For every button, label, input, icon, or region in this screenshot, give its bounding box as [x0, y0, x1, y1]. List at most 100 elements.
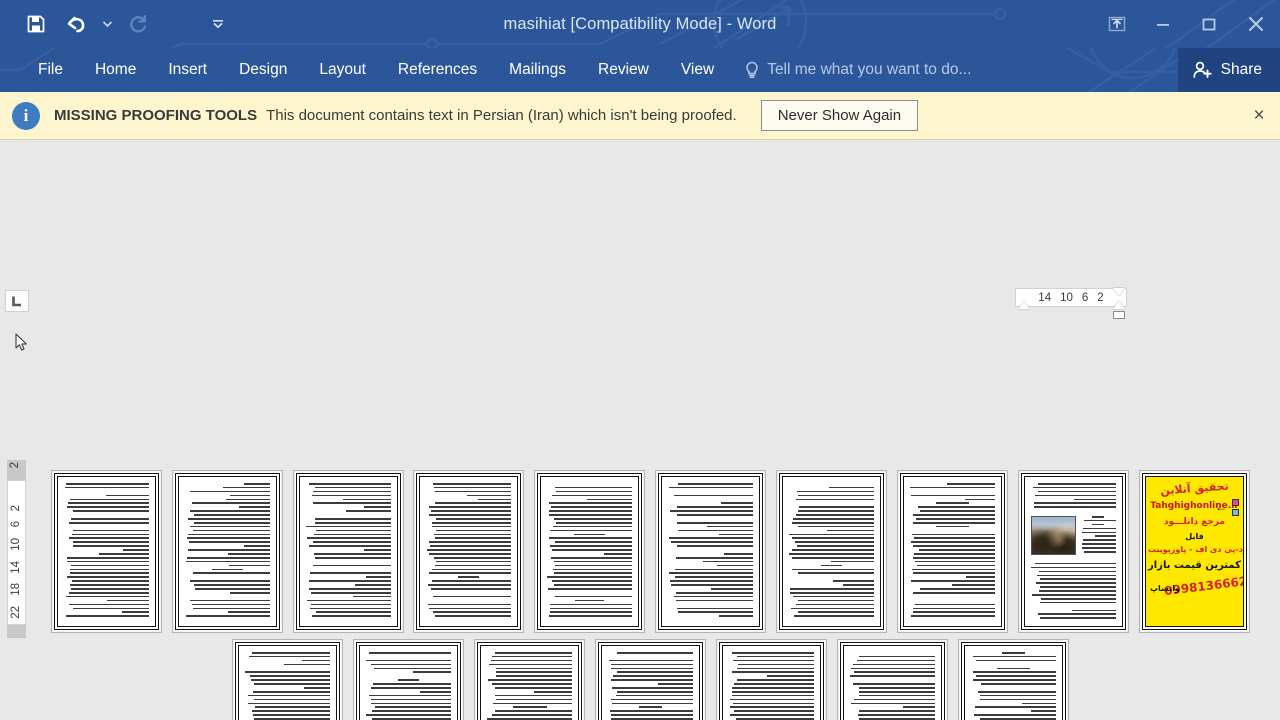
page-thumbnail[interactable] — [51, 470, 162, 633]
page-content-frame — [840, 642, 945, 720]
page-thumbnail[interactable] — [232, 639, 343, 720]
page-text-block — [185, 483, 270, 619]
page-thumbnail-grid: تحقیق آنلاین Tahghighonline.ir مرجع دانلــ… — [0, 140, 1280, 720]
never-show-again-button[interactable]: Never Show Again — [760, 100, 919, 131]
tell-me-placeholder: Tell me what you want to do... — [767, 61, 972, 78]
page-thumbnail[interactable] — [958, 639, 1069, 720]
embedded-picture[interactable] — [1031, 516, 1076, 555]
ad-file-label: فایل — [1185, 532, 1204, 541]
page-text-block — [487, 652, 572, 720]
page-thumbnail[interactable] — [413, 470, 524, 633]
page-content-frame — [961, 642, 1066, 720]
redo-button — [118, 4, 158, 44]
ad-title-line: تحقیق آنلاین — [1159, 479, 1230, 498]
tab-insert[interactable]: Insert — [152, 48, 223, 92]
ad-subtitle-line: مرجع دانلـــود — [1163, 517, 1226, 527]
page-thumbnail[interactable] — [353, 639, 464, 720]
page-thumbnail[interactable] — [716, 639, 827, 720]
tab-layout[interactable]: Layout — [303, 48, 382, 92]
title-bar: masihiat [Compatibility Mode] - Word — [0, 0, 1280, 48]
lightbulb-icon — [746, 61, 758, 79]
tab-view[interactable]: View — [665, 48, 730, 92]
ad-formats-line: ورد-پی دی اف - پاورپوینت — [1148, 545, 1244, 554]
ribbon-display-options-icon — [1108, 16, 1126, 32]
page-content-frame — [235, 642, 340, 720]
page-thumbnail[interactable] — [897, 470, 1008, 633]
ad-badge-icon-2 — [1232, 509, 1239, 516]
page-text-block — [426, 483, 511, 619]
page-text-block — [789, 483, 874, 619]
save-icon — [27, 15, 45, 33]
page-content-frame — [54, 473, 159, 630]
tab-file[interactable]: File — [22, 48, 79, 92]
qat-chevron-icon — [213, 20, 223, 29]
tab-mailings[interactable]: Mailings — [493, 48, 582, 92]
page-content-frame — [598, 642, 703, 720]
page-content-frame — [477, 642, 582, 720]
page-text-block — [306, 483, 391, 619]
close-icon — [1249, 17, 1263, 31]
page-text-block — [1031, 559, 1116, 621]
page-thumbnail[interactable] — [776, 470, 887, 633]
ribbon-tabs: File Home Insert Design Layout Reference… — [0, 48, 730, 92]
notification-close-button[interactable]: × — [1248, 105, 1270, 127]
proofing-notification-bar: i MISSING PROOFING TOOLS This document c… — [0, 92, 1280, 140]
undo-button[interactable] — [56, 4, 96, 44]
page-thumbnail[interactable] — [655, 470, 766, 633]
tab-design[interactable]: Design — [223, 48, 303, 92]
page-text-block — [668, 483, 753, 619]
notification-heading: MISSING PROOFING TOOLS — [54, 107, 258, 124]
page-content-frame: تحقیق آنلاین Tahghighonline.ir مرجع دانلــ… — [1142, 473, 1247, 630]
page-content-frame — [537, 473, 642, 630]
tell-me-search[interactable]: Tell me what you want to do... — [744, 60, 971, 80]
page-text-block — [1080, 516, 1116, 555]
redo-icon — [130, 15, 147, 33]
restore-button[interactable] — [1186, 0, 1232, 48]
page-thumbnail[interactable] — [474, 639, 585, 720]
share-button[interactable]: Share — [1177, 48, 1280, 92]
page-text-block — [245, 652, 330, 720]
minimize-icon — [1157, 24, 1169, 26]
page-thumbnail[interactable] — [534, 470, 645, 633]
page-thumbnail[interactable] — [172, 470, 283, 633]
page-thumbnail[interactable] — [595, 639, 706, 720]
share-label: Share — [1220, 61, 1262, 78]
ad-badge-icon-1 — [1232, 499, 1239, 506]
save-button[interactable] — [16, 4, 56, 44]
page-text-block — [850, 652, 935, 720]
ad-price-line: با کمترین قیمت بازار — [1148, 560, 1244, 571]
window-controls — [1094, 0, 1280, 48]
page-text-block — [1031, 483, 1116, 510]
chevron-down-icon — [102, 21, 112, 27]
page-content-frame — [719, 642, 824, 720]
ad-whatsapp-label: واتساپ — [1150, 584, 1180, 593]
page-content-frame — [356, 642, 461, 720]
quick-access-toolbar — [0, 0, 238, 48]
tab-review[interactable]: Review — [582, 48, 665, 92]
document-workspace[interactable]: 14 10 6 2 22 18 14 10 6 2 2 تحقیق آنلاین… — [0, 140, 1280, 720]
customize-qat-button[interactable] — [198, 4, 238, 44]
close-button[interactable] — [1232, 0, 1280, 48]
ribbon-display-options-button[interactable] — [1094, 0, 1140, 48]
page-content-frame — [416, 473, 521, 630]
page-text-block — [971, 652, 1056, 720]
info-icon: i — [12, 101, 40, 130]
ad-website-url: Tahghighonline.ir — [1150, 501, 1239, 511]
undo-dropdown[interactable] — [96, 4, 118, 44]
minimize-button[interactable] — [1140, 0, 1186, 48]
page-text-block — [64, 483, 149, 619]
restore-icon — [1202, 18, 1216, 31]
page-thumbnail[interactable] — [1018, 470, 1129, 633]
page-text-block — [547, 483, 632, 619]
page-thumbnail[interactable] — [837, 639, 948, 720]
ribbon-tab-bar: File Home Insert Design Layout Reference… — [0, 48, 1280, 92]
advertisement-page-content: تحقیق آنلاین Tahghighonline.ir مرجع دانلــ… — [1146, 477, 1243, 626]
page-content-frame — [296, 473, 401, 630]
ad-arrow-icon: ← — [1215, 500, 1227, 514]
page-thumbnail[interactable] — [293, 470, 404, 633]
notification-message: This document contains text in Persian (… — [266, 107, 737, 124]
page-content-frame — [1021, 473, 1126, 630]
tab-references[interactable]: References — [382, 48, 493, 92]
page-thumbnail[interactable]: تحقیق آنلاین Tahghighonline.ir مرجع دانلــ… — [1139, 470, 1250, 633]
tab-home[interactable]: Home — [79, 48, 152, 92]
